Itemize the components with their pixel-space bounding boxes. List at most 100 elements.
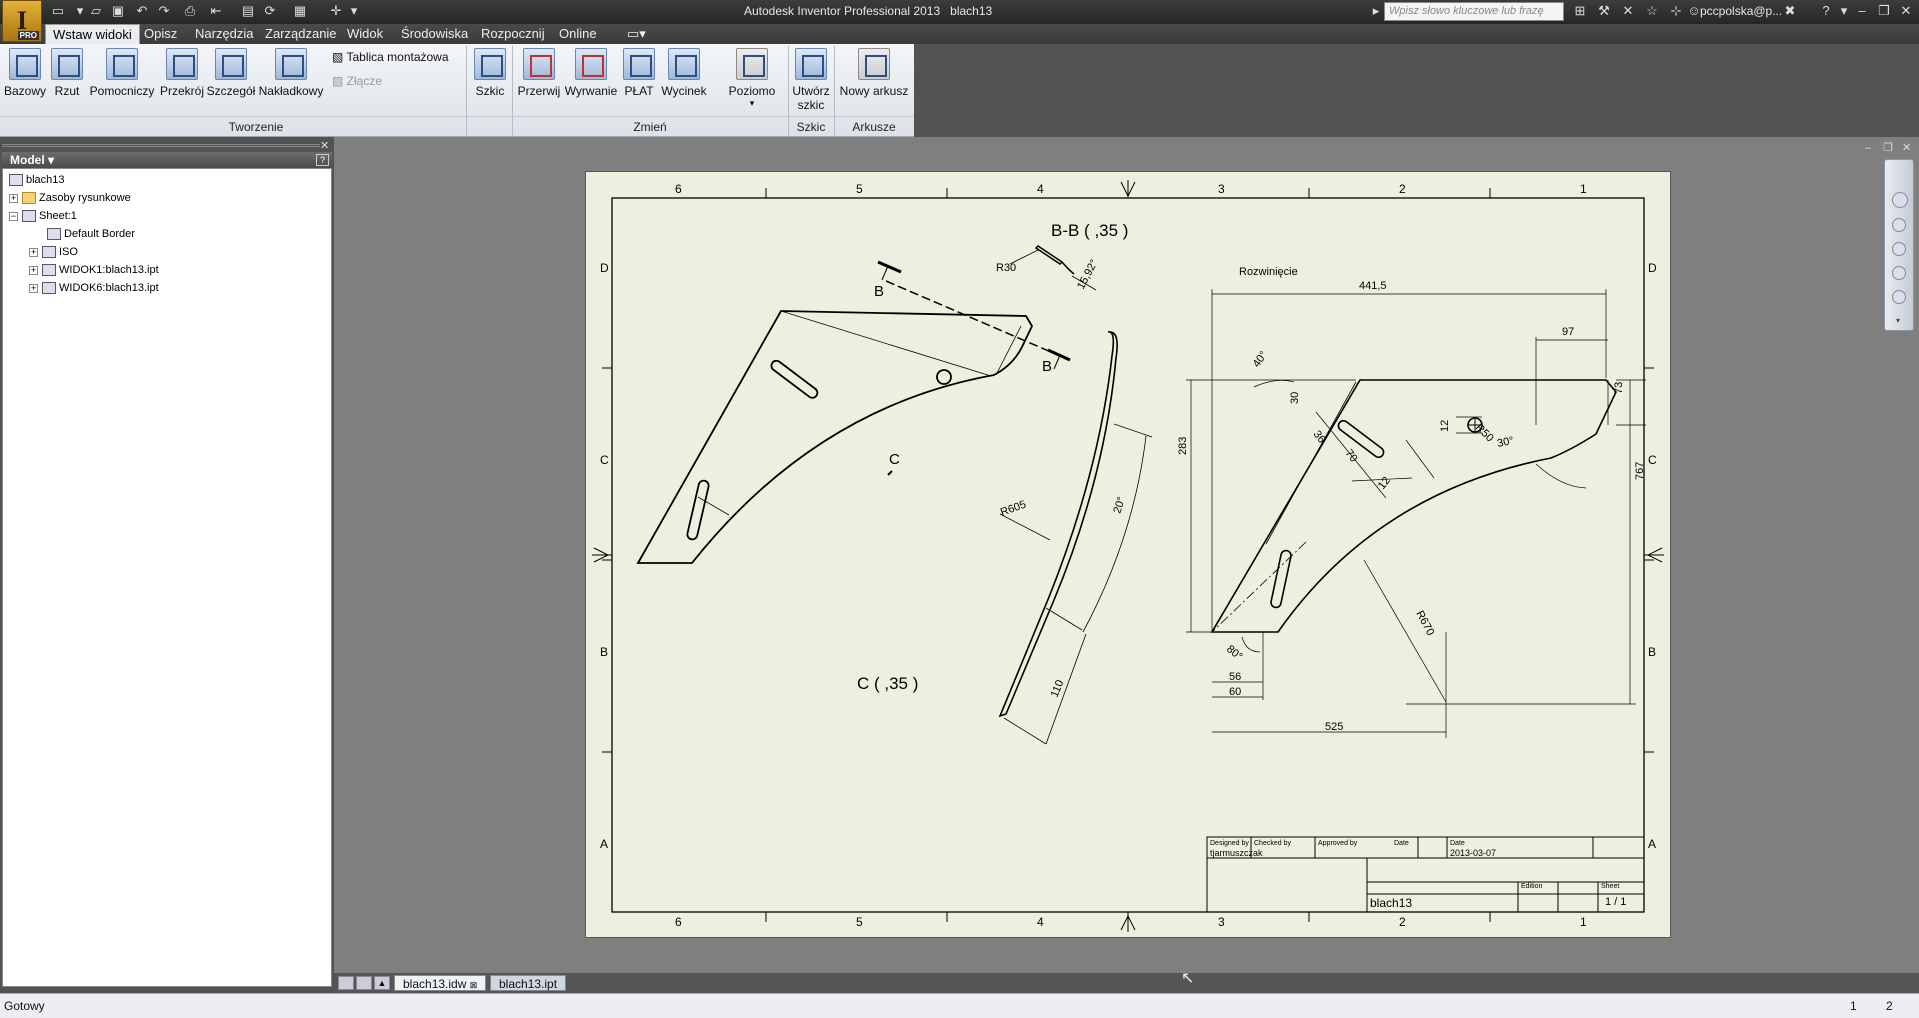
new-sheet-button[interactable]: Nowy arkusz (838, 46, 910, 110)
main-view[interactable] (636, 310, 1034, 564)
new-file-icon[interactable]: ▭ (50, 3, 66, 19)
dim-4415[interactable]: 441,5 (1359, 280, 1387, 292)
tab-wstaw-widoki[interactable]: Wstaw widoki (45, 24, 140, 44)
section-view-button[interactable]: Przekrój (158, 46, 206, 110)
close-window-icon[interactable]: ✕ (1896, 2, 1916, 20)
minimize-icon[interactable]: – (1852, 2, 1872, 20)
browser-header[interactable]: Model ▾ (2, 152, 332, 168)
breakout-button[interactable]: Wyrwanie (562, 46, 620, 110)
tree-node-view1[interactable]: + WIDOK1:blach13.ipt (29, 261, 159, 279)
help-search-input[interactable]: Wpisz słowo kluczowe lub frazę (1384, 2, 1564, 21)
panel-grip[interactable] (2, 144, 320, 147)
base-view-button[interactable]: Bazowy (2, 46, 48, 110)
dim-97[interactable]: 97 (1562, 326, 1574, 338)
print-icon[interactable]: ⎙ (182, 3, 198, 19)
network-icon[interactable]: ⊹ (1668, 3, 1684, 19)
title-block[interactable] (1206, 836, 1645, 913)
zoom-window-icon[interactable] (1892, 266, 1906, 280)
doc-tab-ipt[interactable]: blach13.ipt (490, 975, 567, 991)
tab-rozpocznij[interactable]: Rozpocznij (474, 24, 552, 44)
drawing-sheet[interactable]: 6 5 4 3 2 1 6 5 4 3 2 1 D C B A D C B A … (585, 171, 1671, 938)
expand-icon[interactable]: + (29, 247, 38, 257)
qat-customize-icon[interactable]: ▾ (346, 3, 362, 19)
tab-opisz[interactable]: Opisz (137, 24, 184, 44)
tree-node-resources[interactable]: + Zasoby rysunkowe (9, 189, 131, 207)
tab-narzedzia[interactable]: Narzędzia (188, 24, 261, 44)
doc-tab-idw[interactable]: blach13.idw ⊠ (394, 975, 487, 991)
dim-angle-80[interactable]: 80° (1224, 643, 1244, 663)
auxiliary-view-button[interactable]: Pomocniczy (86, 46, 158, 110)
dim-angle-1592[interactable]: 15,92° (1075, 258, 1101, 292)
dim-12-slot[interactable]: 12 (1376, 475, 1393, 492)
zoom-icon[interactable] (1892, 242, 1906, 256)
tab-widok[interactable]: Widok (340, 24, 390, 44)
dim-283[interactable]: 283 (1177, 437, 1189, 455)
tree-node-border[interactable]: Default Border (47, 225, 135, 243)
measure-icon[interactable]: ✛ (328, 3, 344, 19)
redo-icon[interactable]: ↷ (156, 3, 172, 19)
dim-767[interactable]: 767 (1634, 462, 1646, 480)
pan-icon[interactable] (1892, 218, 1906, 232)
section-view-title[interactable]: B-B ( ,35 ) (1051, 221, 1128, 240)
document-list-icon[interactable]: ▲ (374, 976, 390, 990)
app-menu-button[interactable]: I PRO (2, 0, 42, 42)
view-c-title[interactable]: C ( ,35 ) (857, 674, 918, 693)
detail-view-button[interactable]: Szczegół (206, 46, 256, 110)
tree-node-document[interactable]: blach13 (9, 171, 65, 189)
zoom-all-icon[interactable] (1892, 290, 1906, 304)
view-c[interactable] (998, 331, 1153, 745)
doc-close-icon[interactable]: ✕ (1902, 141, 1911, 154)
exchange-icon[interactable]: ✖ (1782, 3, 1798, 19)
dim-angle-40[interactable]: 40° (1251, 349, 1270, 370)
binoculars-icon[interactable]: ⊞ (1572, 3, 1588, 19)
overlay-view-button[interactable]: Nakładkowy (256, 46, 326, 110)
slice-button[interactable]: PŁAT (620, 46, 658, 110)
save-icon[interactable]: ▣ (110, 3, 126, 19)
new-dropdown-icon[interactable]: ▾ (72, 3, 88, 19)
expand-icon[interactable]: + (29, 265, 38, 275)
create-sketch-button[interactable]: Utwórz szkic (790, 46, 832, 116)
draftview-button[interactable]: ▧ Tablica montażowa (332, 50, 449, 64)
navbar-options-icon[interactable]: ▾ (1896, 316, 1900, 325)
sketch-start-button[interactable]: Szkic (470, 46, 510, 110)
collapse-icon[interactable]: − (9, 211, 18, 221)
properties-icon[interactable]: ▦ (292, 3, 308, 19)
project-icon[interactable]: ▤ (240, 3, 256, 19)
flat-pattern-view[interactable] (1210, 379, 1617, 633)
doc-tab-close-icon[interactable]: ⊠ (470, 980, 478, 990)
break-button[interactable]: Przerwij (516, 46, 562, 110)
tree-node-sheet[interactable]: − Sheet:1 (9, 207, 77, 225)
doc-restore-icon[interactable]: ❐ (1883, 141, 1893, 154)
doc-minimize-icon[interactable]: – (1865, 142, 1871, 154)
dim-angle-30[interactable]: 30° (1496, 435, 1515, 450)
open-icon[interactable]: ▱ (88, 3, 104, 19)
crop-button[interactable]: Wycinek (658, 46, 710, 110)
subscription-icon[interactable]: ⚒ (1596, 3, 1612, 19)
favorites-star-icon[interactable]: ☆ (1644, 3, 1660, 19)
steering-wheel-icon[interactable] (1892, 192, 1908, 208)
restore-icon[interactable]: ❐ (1874, 2, 1894, 20)
help-icon[interactable]: ? (1818, 3, 1834, 19)
dim-r30[interactable]: R30 (996, 262, 1016, 274)
close-panel-icon[interactable]: ✕ (320, 139, 329, 152)
dim-73[interactable]: 73 (1613, 382, 1625, 394)
tab-online[interactable]: Online (552, 24, 604, 44)
help-dropdown-icon[interactable]: ▾ (1836, 3, 1852, 19)
tile-horizontal-icon[interactable] (338, 976, 354, 990)
communication-icon[interactable]: ✕ (1620, 3, 1636, 19)
update-icon[interactable]: ⟳ (262, 3, 278, 19)
flat-pattern-title[interactable]: Rozwinięcie (1239, 266, 1298, 278)
expand-search-icon[interactable]: ▸ (1368, 3, 1384, 19)
dim-30[interactable]: 30 (1289, 392, 1301, 404)
tree-node-iso[interactable]: + ISO (29, 243, 78, 261)
dim-angle-20[interactable]: 20° (1111, 495, 1128, 515)
return-icon[interactable]: ⇤ (208, 3, 224, 19)
expand-icon[interactable]: + (29, 283, 38, 293)
dim-525[interactable]: 525 (1325, 721, 1343, 733)
tab-zarzadzanie[interactable]: Zarządzanie (258, 24, 344, 44)
expand-icon[interactable]: + (9, 193, 18, 203)
horizontal-button[interactable]: Poziomo ▾ (722, 46, 782, 110)
browser-help-icon[interactable]: ? (316, 154, 329, 166)
dim-36[interactable]: 36 (1311, 428, 1328, 445)
dim-60[interactable]: 60 (1229, 686, 1241, 698)
